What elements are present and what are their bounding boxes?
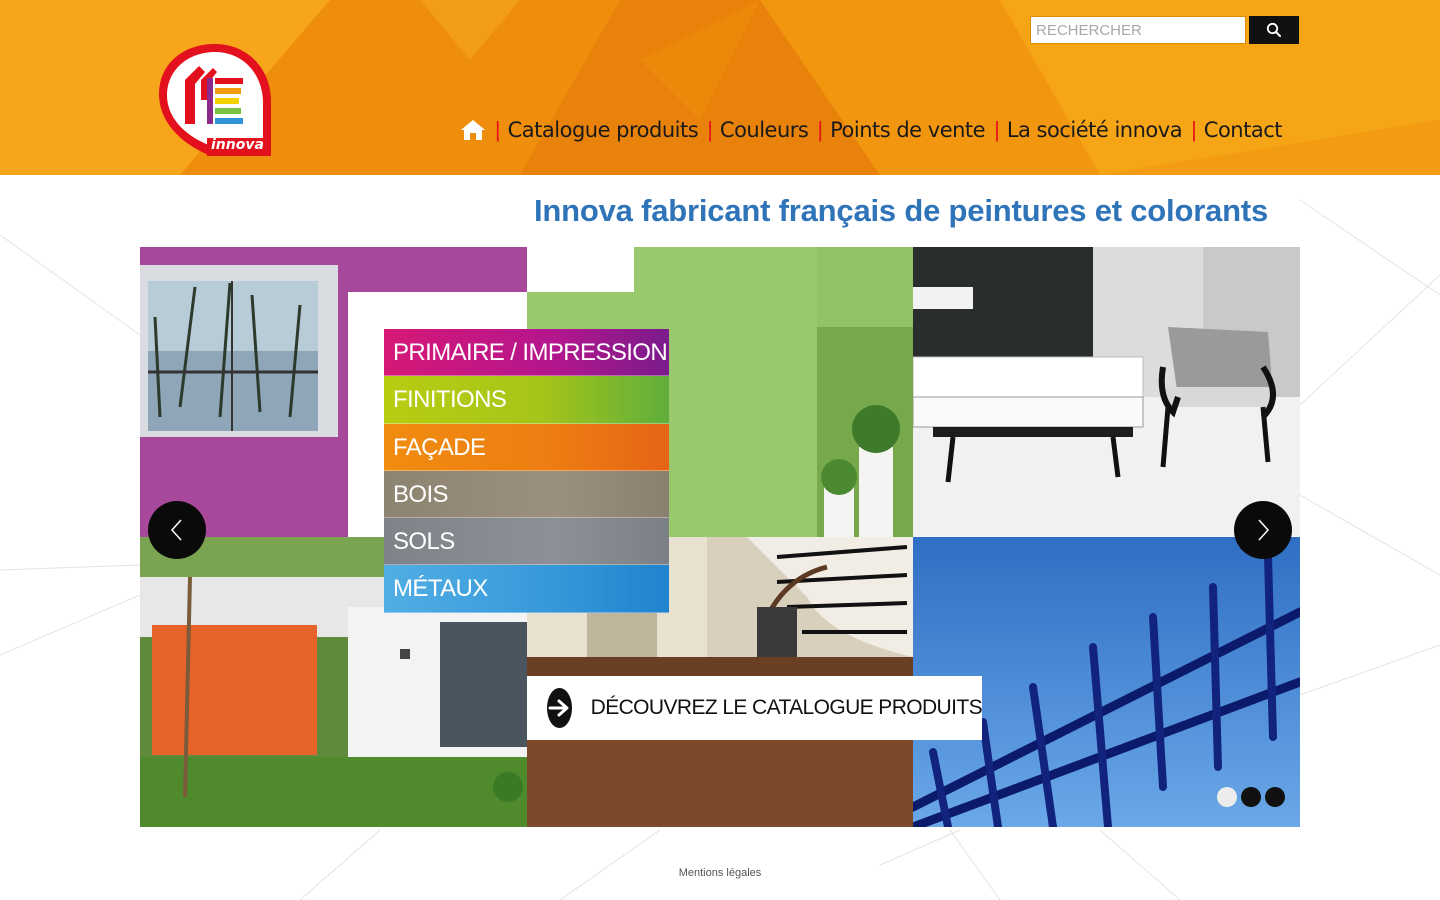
category-menu: PRIMAIRE / IMPRESSION FINITIONS FAÇADE B… — [384, 329, 669, 613]
slider-next-button[interactable] — [1234, 501, 1292, 559]
slider-dot-3[interactable] — [1265, 787, 1285, 807]
nav-item-catalogue[interactable]: Catalogue produits — [508, 118, 699, 142]
catalogue-cta-button[interactable]: DÉCOUVREZ LE CATALOGUE PRODUITS — [527, 676, 983, 740]
search-button[interactable] — [1249, 16, 1299, 44]
arrow-right-circle-icon — [547, 688, 572, 728]
site-header: innova | Catalogue produits | Couleurs |… — [0, 0, 1440, 175]
chevron-right-icon — [1258, 519, 1270, 541]
legal-notice-link[interactable]: Mentions légales — [679, 867, 762, 879]
search-icon — [1266, 22, 1281, 37]
brand-name: innova — [211, 137, 264, 153]
search-input[interactable] — [1030, 16, 1246, 44]
slider-prev-button[interactable] — [148, 501, 206, 559]
search-form — [1030, 16, 1299, 44]
innova-logo[interactable]: innova — [155, 40, 275, 160]
nav-separator: | — [817, 117, 824, 142]
nav-item-societe[interactable]: La société innova — [1007, 118, 1183, 142]
nav-item-couleurs[interactable]: Couleurs — [720, 118, 809, 142]
category-bois[interactable]: BOIS — [384, 470, 669, 519]
nav-item-contact[interactable]: Contact — [1204, 118, 1283, 142]
category-finitions[interactable]: FINITIONS — [384, 376, 669, 424]
slider-pagination — [1217, 787, 1285, 807]
nav-separator: | — [707, 117, 713, 142]
page-tagline: Innova fabricant français de peintures e… — [534, 193, 1268, 228]
main-nav: | Catalogue produits | Couleurs | Points… — [460, 114, 1283, 146]
category-primaire[interactable]: PRIMAIRE / IMPRESSION — [384, 329, 669, 377]
nav-separator: | — [494, 117, 501, 142]
slider-dot-1[interactable] — [1217, 787, 1237, 807]
cta-label: DÉCOUVREZ LE CATALOGUE PRODUITS — [590, 696, 983, 719]
category-metaux[interactable]: MÉTAUX — [384, 565, 669, 613]
chevron-left-icon — [170, 519, 182, 541]
slider-dot-2[interactable] — [1241, 787, 1261, 807]
category-sols[interactable]: SOLS — [384, 518, 669, 566]
hero-slider: PRIMAIRE / IMPRESSION FINITIONS FAÇADE B… — [140, 247, 1300, 827]
home-icon — [460, 120, 485, 140]
category-facade[interactable]: FAÇADE — [384, 423, 669, 471]
site-footer: Mentions légales — [0, 867, 1440, 879]
nav-separator: | — [1191, 117, 1197, 142]
home-link[interactable] — [460, 118, 486, 142]
slide-image-bedroom — [913, 247, 1300, 537]
nav-separator: | — [994, 117, 1000, 142]
nav-item-points-de-vente[interactable]: Points de vente — [830, 118, 986, 142]
